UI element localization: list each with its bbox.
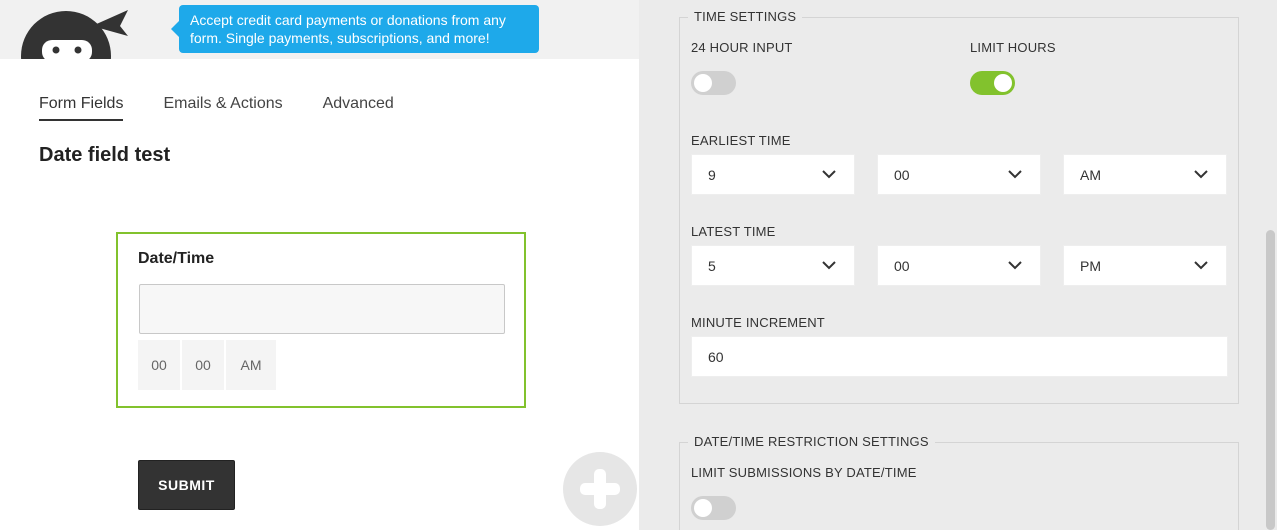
earliest-time-label: EARLIEST TIME <box>691 133 791 148</box>
date-input[interactable] <box>139 284 505 334</box>
top-banner: Accept credit card payments or donations… <box>0 0 639 59</box>
hour24-label: 24 HOUR INPUT <box>691 40 793 55</box>
promo-tooltip: Accept credit card payments or donations… <box>171 5 539 53</box>
form-builder: Form Fields Emails & Actions Advanced Da… <box>0 59 639 530</box>
limit-submissions-toggle[interactable] <box>691 496 736 520</box>
hour24-toggle[interactable] <box>691 71 736 95</box>
settings-panel: TIME SETTINGS 24 HOUR INPUT LIMIT HOURS … <box>639 0 1277 530</box>
latest-time-label: LATEST TIME <box>691 224 776 239</box>
submit-button[interactable]: SUBMIT <box>138 460 235 510</box>
earliest-ampm-select[interactable]: AM <box>1063 154 1227 195</box>
limit-hours-label: LIMIT HOURS <box>970 40 1056 55</box>
time-selectors: 00 00 AM <box>138 340 278 390</box>
chevron-down-icon <box>1008 261 1022 270</box>
ninja-logo-icon <box>20 0 130 59</box>
datetime-field-preview[interactable]: Date/Time 00 00 AM <box>116 232 526 408</box>
limit-hours-toggle[interactable] <box>970 71 1015 95</box>
restriction-settings-legend: DATE/TIME RESTRICTION SETTINGS <box>688 434 935 449</box>
earliest-hour-select[interactable]: 9 <box>691 154 855 195</box>
hour-select[interactable]: 00 <box>138 340 180 390</box>
minute-increment-label: MINUTE INCREMENT <box>691 315 825 330</box>
tab-advanced[interactable]: Advanced <box>323 95 394 121</box>
limit-submissions-label: LIMIT SUBMISSIONS BY DATE/TIME <box>691 465 917 480</box>
chevron-down-icon <box>822 170 836 179</box>
minute-increment-input[interactable]: 60 <box>691 336 1228 377</box>
time-settings-legend: TIME SETTINGS <box>688 9 803 24</box>
ampm-select[interactable]: AM <box>226 340 276 390</box>
chevron-down-icon <box>1194 261 1208 270</box>
latest-ampm-select[interactable]: PM <box>1063 245 1227 286</box>
minute-select[interactable]: 00 <box>182 340 224 390</box>
tab-form-fields[interactable]: Form Fields <box>39 95 124 121</box>
latest-hour-select[interactable]: 5 <box>691 245 855 286</box>
plus-icon <box>580 469 620 509</box>
time-settings-group: TIME SETTINGS 24 HOUR INPUT LIMIT HOURS … <box>679 9 1239 404</box>
chevron-down-icon <box>1194 170 1208 179</box>
earliest-minute-select[interactable]: 00 <box>877 154 1041 195</box>
builder-tabs: Form Fields Emails & Actions Advanced <box>39 95 394 121</box>
form-title: Date field test <box>39 144 171 166</box>
add-field-button[interactable] <box>563 452 637 526</box>
chevron-down-icon <box>1008 170 1022 179</box>
field-label: Date/Time <box>138 250 215 267</box>
settings-scrollbar[interactable] <box>1266 230 1275 530</box>
tab-emails-actions[interactable]: Emails & Actions <box>163 95 282 121</box>
latest-minute-select[interactable]: 00 <box>877 245 1041 286</box>
restriction-settings-group: DATE/TIME RESTRICTION SETTINGS LIMIT SUB… <box>679 434 1239 530</box>
chevron-down-icon <box>822 261 836 270</box>
